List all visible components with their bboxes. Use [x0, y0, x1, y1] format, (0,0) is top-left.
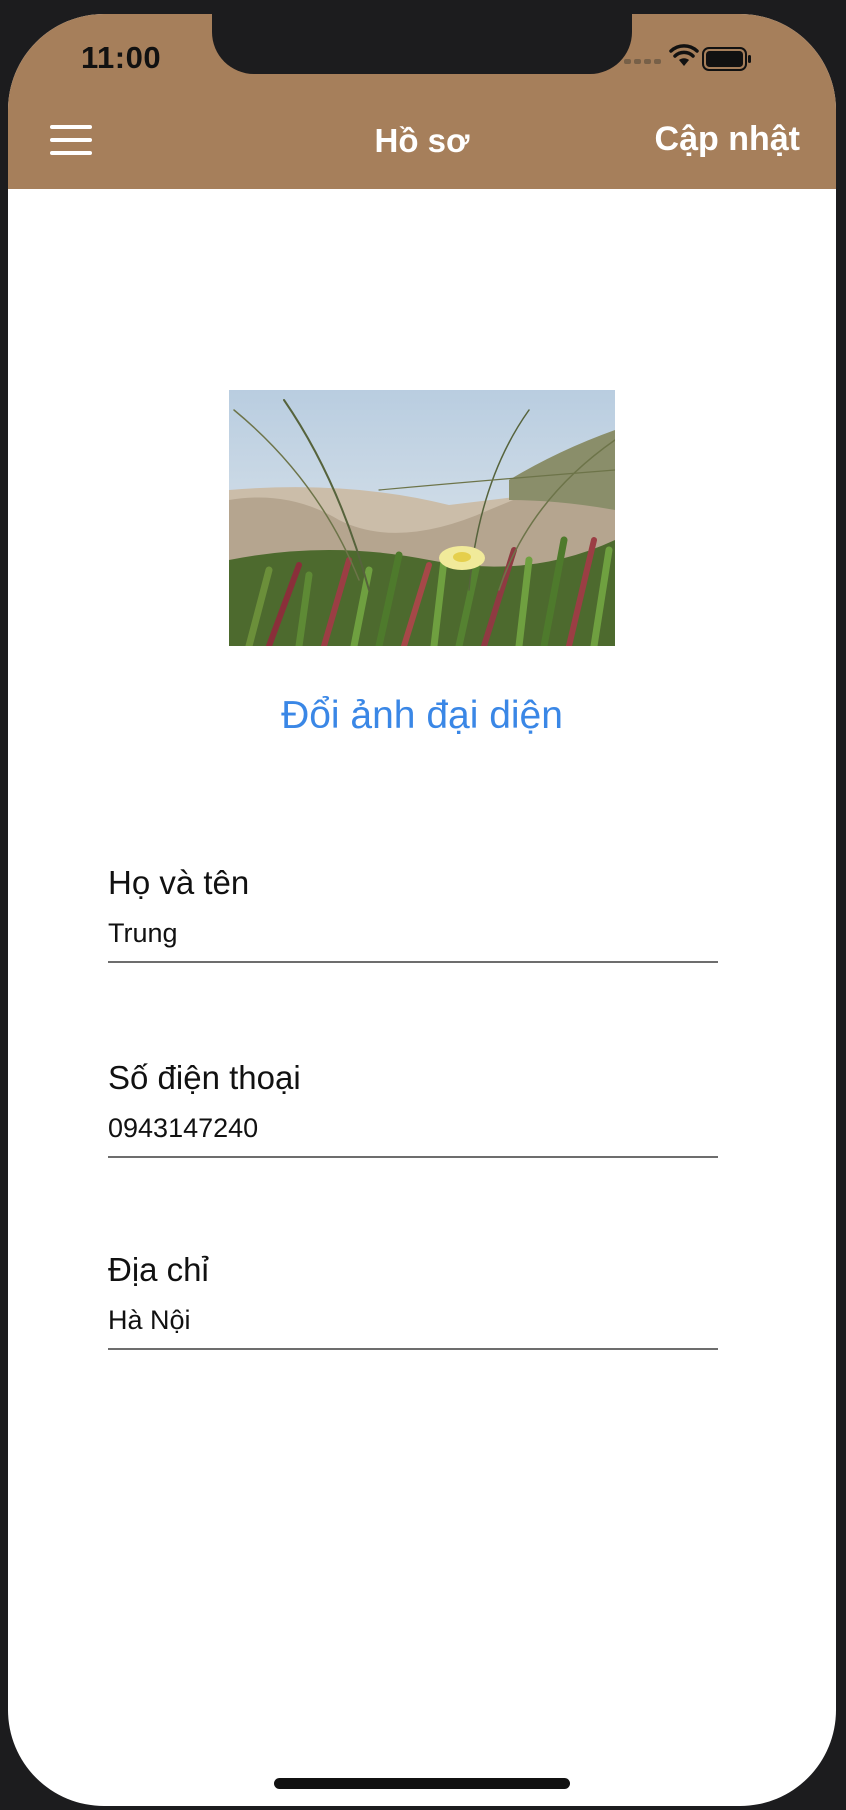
phone-label: Số điện thoại [108, 1059, 301, 1096]
change-avatar-link[interactable]: Đổi ảnh đại diện [8, 694, 836, 738]
wifi-icon [669, 44, 699, 66]
address-input[interactable] [108, 1305, 718, 1350]
battery-icon [702, 47, 751, 71]
full-name-label: Họ và tên [108, 864, 250, 901]
status-time: 11:00 [81, 40, 162, 75]
navigation-header: 11:00 Hồ sơ Cập nhật [8, 14, 836, 189]
address-field: Địa chỉ [108, 1251, 718, 1350]
home-indicator[interactable] [274, 1778, 570, 1789]
avatar-image [229, 390, 615, 646]
phone-input[interactable] [108, 1113, 718, 1158]
cellular-signal-icon [624, 54, 664, 64]
phone-field: Số điện thoại [108, 1059, 718, 1158]
address-label: Địa chỉ [108, 1251, 209, 1288]
update-button[interactable]: Cập nhật [655, 120, 800, 159]
full-name-input[interactable] [108, 918, 718, 963]
full-name-field: Họ và tên [108, 864, 718, 963]
device-notch [212, 14, 632, 74]
phone-screen: 11:00 Hồ sơ Cập nhật Đổi ảnh đại diện Họ… [8, 14, 836, 1806]
